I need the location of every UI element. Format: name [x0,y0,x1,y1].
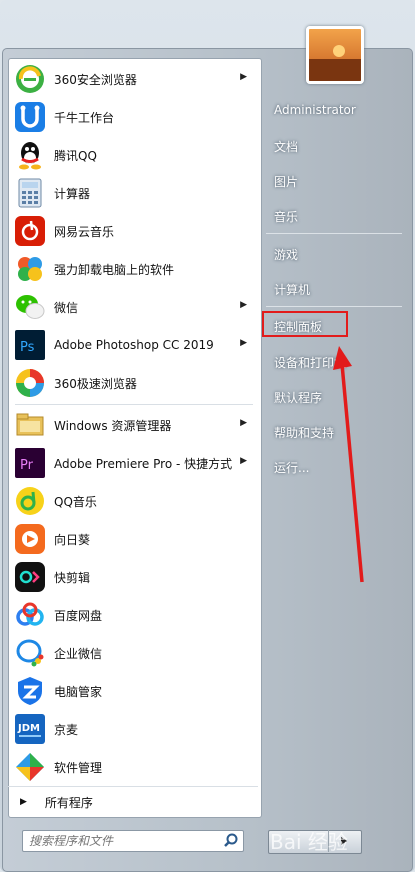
program-label: 腾讯QQ [54,148,97,163]
program-label: 快剪辑 [54,570,91,585]
svg-text:JDM: JDM [17,723,40,734]
program-item-pc-manager[interactable]: 电脑管家 [11,672,257,710]
user-name-link[interactable]: Administrator [274,103,356,117]
search-input[interactable] [27,832,221,850]
program-item-calculator[interactable]: 计算器 [11,174,257,212]
program-label: 千牛工作台 [54,110,115,125]
sunflower-icon [14,523,46,555]
uninstall-icon [14,253,46,285]
program-item-qianniu[interactable]: 千牛工作台 [11,98,257,136]
watermark: Bai 经验 [270,830,348,854]
program-label: 百度网盘 [54,608,103,623]
submenu-arrow-icon[interactable]: ▶ [240,72,247,82]
program-label: 企业微信 [54,646,103,661]
program-label: 网易云音乐 [54,224,115,239]
qq-icon [14,139,46,171]
netease-music-icon [14,215,46,247]
program-item-uninstall[interactable]: 强力卸载电脑上的软件 [11,250,257,288]
program-label: 向日葵 [54,532,91,547]
all-programs-label: 所有程序 [44,795,93,810]
default-programs-link[interactable]: 默认程序 [274,389,322,406]
music-link[interactable]: 音乐 [274,208,298,225]
program-item-premiere[interactable]: Pr Adobe Premiere Pro - 快捷方式 ▶ [11,444,257,482]
program-label: 360极速浏览器 [54,376,137,391]
program-label: 360安全浏览器 [54,72,137,87]
qq-music-icon [14,485,46,517]
program-label: 电脑管家 [54,684,103,699]
program-item-qq[interactable]: 腾讯QQ [11,136,257,174]
divider [266,233,402,234]
search-icon[interactable] [223,833,239,849]
photoshop-icon: Ps [14,329,46,361]
program-label: 计算器 [54,186,91,201]
calculator-icon [14,177,46,209]
explorer-icon [14,409,46,441]
program-item-baidu-netdisk[interactable]: 百度网盘 [11,596,257,634]
games-link[interactable]: 游戏 [274,246,298,263]
triangle-right-icon: ▶ [20,797,27,807]
highlight-box [262,311,348,337]
computer-link[interactable]: 计算机 [274,281,310,298]
program-label: 微信 [54,300,79,315]
program-item-wecom[interactable]: 企业微信 [11,634,257,672]
program-item-jingmai[interactable]: JDM 京麦 [11,710,257,748]
divider [266,306,402,307]
jingmai-icon: JDM [14,713,46,745]
search-box[interactable] [22,830,244,852]
program-item-360-speed-browser[interactable]: 360极速浏览器 [11,364,257,402]
help-support-link[interactable]: 帮助和支持 [274,424,334,441]
documents-link[interactable]: 文档 [274,138,298,155]
wechat-icon [14,291,46,323]
qianniu-icon [14,101,46,133]
run-link[interactable]: 运行... [274,459,309,476]
all-programs-button[interactable]: ▶ 所有程序 [8,786,258,817]
submenu-arrow-icon[interactable]: ▶ [240,456,247,466]
divider [15,404,253,405]
baidu-netdisk-icon [14,599,46,631]
program-item-photoshop[interactable]: Ps Adobe Photoshop CC 2019 ▶ [11,326,257,364]
program-label: Adobe Photoshop CC 2019 [54,338,214,352]
program-item-netease-music[interactable]: 网易云音乐 [11,212,257,250]
360-browser-icon [14,63,46,95]
wecom-icon [14,637,46,669]
submenu-arrow-icon[interactable]: ▶ [240,300,247,310]
program-item-sunflower[interactable]: 向日葵 [11,520,257,558]
program-label: QQ音乐 [54,494,97,509]
svg-text:Ps: Ps [20,340,35,355]
program-item-qq-music[interactable]: QQ音乐 [11,482,257,520]
program-label: 软件管理 [54,760,103,775]
kuaijianji-icon [14,561,46,593]
program-item-kuaijianji[interactable]: 快剪辑 [11,558,257,596]
pc-manager-icon [14,675,46,707]
program-label: Windows 资源管理器 [54,418,172,433]
program-item-software-manager[interactable]: 软件管理 [11,748,257,786]
program-item-explorer[interactable]: Windows 资源管理器 ▶ [11,406,257,444]
pictures-link[interactable]: 图片 [274,173,298,190]
svg-text:Pr: Pr [20,458,34,473]
submenu-arrow-icon[interactable]: ▶ [240,338,247,348]
program-item-360-browser[interactable]: 360安全浏览器 ▶ [11,60,257,98]
program-label: Adobe Premiere Pro - 快捷方式 [54,456,233,471]
user-avatar[interactable] [306,26,364,84]
premiere-icon: Pr [14,447,46,479]
program-label: 强力卸载电脑上的软件 [54,262,175,277]
software-manager-icon [14,751,46,783]
programs-list: 360安全浏览器 ▶ 千牛工作台 腾讯QQ 计算器 网易云音乐 强力卸载电脑上的… [8,58,262,818]
program-item-wechat[interactable]: 微信 ▶ [11,288,257,326]
annotation-arrow-icon [333,346,364,583]
submenu-arrow-icon[interactable]: ▶ [240,418,247,428]
program-label: 京麦 [54,722,79,737]
360-speed-browser-icon [14,367,46,399]
